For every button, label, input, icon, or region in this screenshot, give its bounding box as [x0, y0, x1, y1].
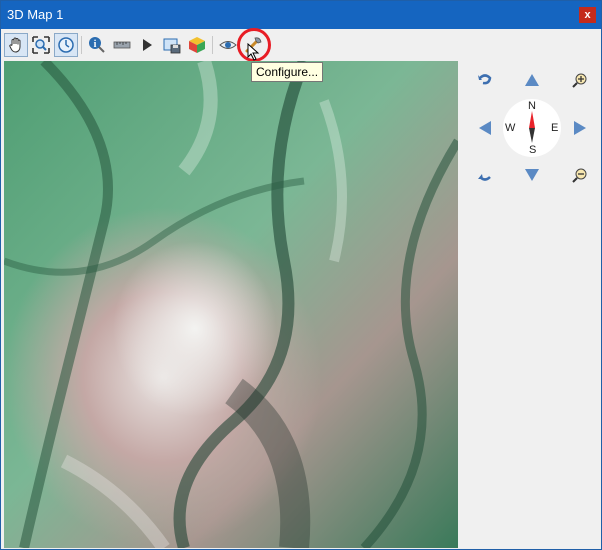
toolbar-separator [81, 36, 82, 54]
save-image-icon [163, 38, 181, 54]
camera-control-icon [58, 37, 74, 53]
pan-down-button[interactable] [523, 166, 541, 184]
configure-tooltip: Configure... [251, 62, 324, 82]
toolbar-separator [212, 36, 213, 54]
rotate-cw-icon [478, 174, 491, 181]
arrow-down-icon [525, 169, 539, 181]
svg-text:i: i [94, 39, 97, 50]
pan-button[interactable] [4, 33, 28, 57]
toolbar: i [1, 30, 601, 61]
hand-icon [9, 37, 21, 53]
measure-icon [113, 41, 131, 49]
arrow-up-icon [525, 74, 539, 86]
pan-right-button[interactable] [571, 119, 589, 137]
zoom-in-icon [572, 73, 587, 88]
pan-left-button[interactable] [476, 119, 494, 137]
zoom-out-icon [572, 168, 587, 183]
camera-control-button[interactable] [54, 33, 78, 57]
compass-west-label: W [505, 122, 516, 134]
eye-icon [219, 41, 237, 49]
terrain-image [4, 61, 458, 548]
arrow-right-icon [574, 121, 586, 135]
play-icon [143, 39, 152, 51]
mouse-cursor-icon [247, 43, 260, 61]
window-title: 3D Map 1 [7, 7, 64, 22]
cube-icon [189, 37, 205, 53]
zoom-in-button[interactable] [571, 71, 589, 89]
compass-east-label: E [551, 122, 559, 134]
zoom-out-button[interactable] [571, 166, 589, 184]
measure-button[interactable] [110, 33, 134, 57]
zoom-full-button[interactable] [29, 33, 53, 57]
rotate-left-button[interactable] [476, 71, 494, 89]
compass[interactable]: N S E W [503, 99, 561, 157]
rotate-right-button[interactable] [476, 166, 494, 184]
close-button[interactable]: x [579, 7, 596, 23]
zoom-full-icon [32, 36, 50, 54]
title-bar[interactable]: 3D Map 1 x [1, 1, 601, 29]
export-3d-button[interactable] [185, 33, 209, 57]
identify-button[interactable]: i [85, 33, 109, 57]
identify-icon: i [89, 37, 105, 53]
pan-up-button[interactable] [523, 71, 541, 89]
map-canvas[interactable] [4, 61, 458, 548]
compass-north-label: N [528, 100, 536, 112]
map-window: 3D Map 1 x i Configure... N S E W [0, 0, 602, 550]
compass-south-label: S [529, 144, 537, 156]
save-image-button[interactable] [160, 33, 184, 57]
arrow-left-icon [479, 121, 491, 135]
animation-button[interactable] [135, 33, 159, 57]
rotate-ccw-icon [478, 74, 492, 85]
